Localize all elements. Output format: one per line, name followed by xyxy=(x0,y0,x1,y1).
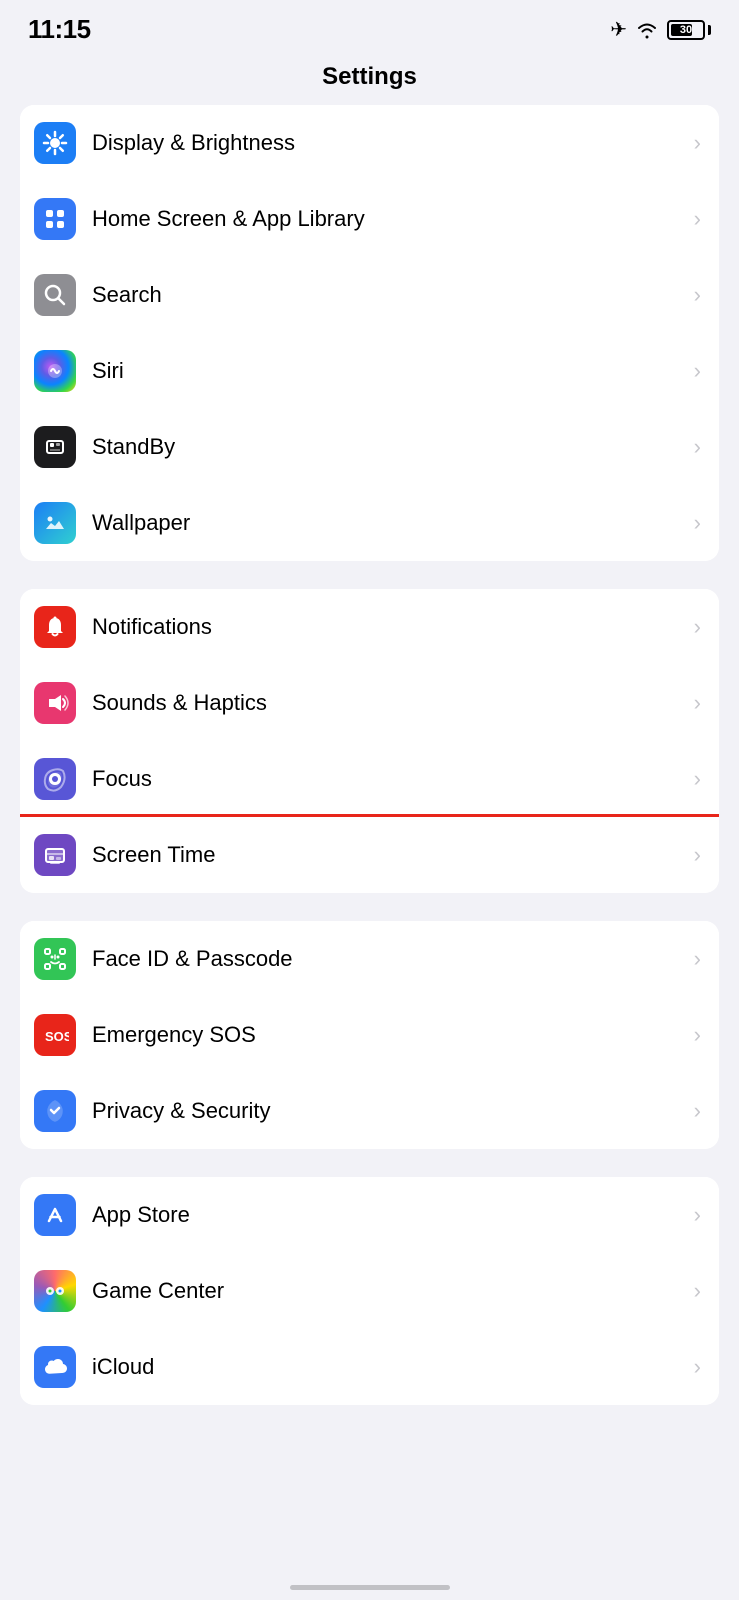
icloud-chevron: › xyxy=(694,1354,701,1380)
sos-icon: SOS xyxy=(34,1014,76,1056)
battery-icon: 30 xyxy=(667,20,711,40)
settings-row-display[interactable]: Display & Brightness › xyxy=(20,105,719,181)
settings-group-3: Face ID & Passcode › SOS Emergency SOS ›… xyxy=(20,921,719,1149)
standby-icon xyxy=(34,426,76,468)
privacy-label: Privacy & Security xyxy=(92,1098,686,1124)
appstore-chevron: › xyxy=(694,1202,701,1228)
wallpaper-chevron: › xyxy=(694,510,701,536)
settings-row-standby[interactable]: StandBy › xyxy=(20,409,719,485)
settings-row-search[interactable]: Search › xyxy=(20,257,719,333)
settings-group-4: App Store › Game Center › iCloud › xyxy=(20,1177,719,1405)
focus-chevron: › xyxy=(694,766,701,792)
icloud-icon xyxy=(34,1346,76,1388)
screentime-label: Screen Time xyxy=(92,842,686,868)
settings-row-sounds[interactable]: Sounds & Haptics › xyxy=(20,665,719,741)
status-bar: 11:15 ✈ 30 xyxy=(0,0,739,53)
settings-row-homescreen[interactable]: Home Screen & App Library › xyxy=(20,181,719,257)
focus-icon xyxy=(34,758,76,800)
notifications-label: Notifications xyxy=(92,614,686,640)
siri-icon xyxy=(34,350,76,392)
homescreen-icon xyxy=(34,198,76,240)
faceid-icon xyxy=(34,938,76,980)
icloud-label: iCloud xyxy=(92,1354,686,1380)
sos-label: Emergency SOS xyxy=(92,1022,686,1048)
notifications-icon xyxy=(34,606,76,648)
faceid-label: Face ID & Passcode xyxy=(92,946,686,972)
settings-row-gamecenter[interactable]: Game Center › xyxy=(20,1253,719,1329)
standby-chevron: › xyxy=(694,434,701,460)
settings-row-wallpaper[interactable]: Wallpaper › xyxy=(20,485,719,561)
gamecenter-chevron: › xyxy=(694,1278,701,1304)
settings-row-notifications[interactable]: Notifications › xyxy=(20,589,719,665)
search-label: Search xyxy=(92,282,686,308)
screentime-chevron: › xyxy=(694,842,701,868)
appstore-label: App Store xyxy=(92,1202,686,1228)
svg-text:SOS: SOS xyxy=(45,1029,69,1044)
siri-label: Siri xyxy=(92,358,686,384)
status-icons: ✈ 30 xyxy=(610,17,711,42)
gamecenter-label: Game Center xyxy=(92,1278,686,1304)
settings-row-sos[interactable]: SOS Emergency SOS › xyxy=(20,997,719,1073)
faceid-chevron: › xyxy=(694,946,701,972)
status-time: 11:15 xyxy=(28,14,91,45)
privacy-chevron: › xyxy=(694,1098,701,1124)
screentime-icon xyxy=(34,834,76,876)
focus-label: Focus xyxy=(92,766,686,792)
settings-row-icloud[interactable]: iCloud › xyxy=(20,1329,719,1405)
settings-row-faceid[interactable]: Face ID & Passcode › xyxy=(20,921,719,997)
siri-chevron: › xyxy=(694,358,701,384)
display-icon xyxy=(34,122,76,164)
settings-row-screentime[interactable]: Screen Time › xyxy=(20,817,719,893)
notifications-chevron: › xyxy=(694,614,701,640)
wallpaper-label: Wallpaper xyxy=(92,510,686,536)
sounds-chevron: › xyxy=(694,690,701,716)
appstore-icon xyxy=(34,1194,76,1236)
gamecenter-icon xyxy=(34,1270,76,1312)
sos-chevron: › xyxy=(694,1022,701,1048)
page-title-bar: Settings xyxy=(0,53,739,105)
page-title: Settings xyxy=(322,63,417,90)
search-icon-bg xyxy=(34,274,76,316)
settings-row-appstore[interactable]: App Store › xyxy=(20,1177,719,1253)
wifi-icon xyxy=(635,21,659,39)
display-chevron: › xyxy=(694,130,701,156)
settings-group-1: Display & Brightness › Home Screen & App… xyxy=(20,105,719,561)
settings-row-focus[interactable]: Focus › xyxy=(20,741,719,817)
privacy-icon xyxy=(34,1090,76,1132)
settings-row-siri[interactable]: Siri › xyxy=(20,333,719,409)
standby-label: StandBy xyxy=(92,434,686,460)
search-chevron: › xyxy=(694,282,701,308)
display-label: Display & Brightness xyxy=(92,130,686,156)
sounds-label: Sounds & Haptics xyxy=(92,690,686,716)
homescreen-label: Home Screen & App Library xyxy=(92,206,686,232)
settings-row-privacy[interactable]: Privacy & Security › xyxy=(20,1073,719,1149)
wallpaper-icon xyxy=(34,502,76,544)
airplane-icon: ✈ xyxy=(610,17,627,42)
settings-group-2: Notifications › Sounds & Haptics › Focus… xyxy=(20,589,719,893)
home-indicator xyxy=(290,1585,450,1590)
homescreen-chevron: › xyxy=(694,206,701,232)
sounds-icon xyxy=(34,682,76,724)
